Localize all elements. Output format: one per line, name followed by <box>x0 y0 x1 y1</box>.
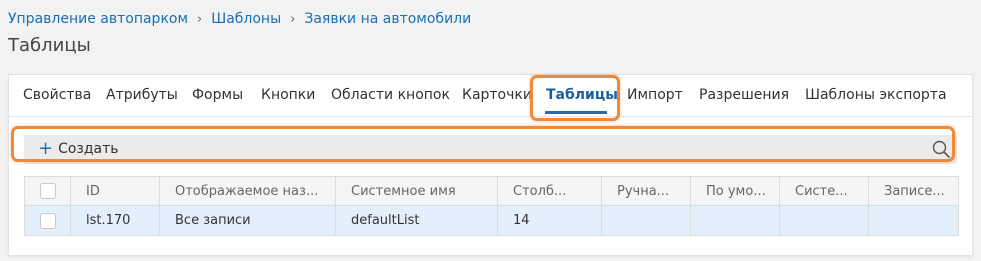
select-all-checkbox[interactable] <box>39 183 56 199</box>
tab-attributes[interactable]: Атрибуты <box>106 87 178 103</box>
cell-system-name: defaultList <box>336 206 498 235</box>
row-select-cell <box>25 206 71 235</box>
content-card: Свойства Атрибуты Формы Кнопки Области к… <box>8 74 973 256</box>
cell-system <box>780 206 869 235</box>
tab-buttons[interactable]: Кнопки <box>261 87 315 103</box>
breadcrumb-item-fleet-management[interactable]: Управление автопарком <box>8 11 188 27</box>
column-header-system[interactable]: Систе... <box>780 177 869 205</box>
table-row[interactable]: lst.170 Все записи defaultList 14 <box>25 206 958 235</box>
column-header-id[interactable]: ID <box>71 177 160 205</box>
column-header-system-name[interactable]: Системное имя <box>336 177 498 205</box>
cell-columns: 14 <box>498 206 602 235</box>
cell-display-name: Все записи <box>160 206 336 235</box>
tab-export-templates[interactable]: Шаблоны экспорта <box>805 87 947 103</box>
cell-id: lst.170 <box>71 206 160 235</box>
cell-records <box>869 206 958 235</box>
table-header-row: ID Отображаемое наз... Системное имя Сто… <box>25 177 958 206</box>
row-highlight <box>11 126 955 162</box>
tab-forms[interactable]: Формы <box>192 87 243 103</box>
tab-cards[interactable]: Карточки <box>462 87 532 103</box>
breadcrumb-separator: › <box>290 11 296 27</box>
breadcrumb: Управление автопарком › Шаблоны › Заявки… <box>8 11 471 27</box>
select-all-cell <box>25 177 71 205</box>
column-header-display-name[interactable]: Отображаемое наз... <box>160 177 336 205</box>
page-title: Таблицы <box>8 35 91 56</box>
column-header-records[interactable]: Записе... <box>869 177 958 205</box>
breadcrumb-separator: › <box>197 11 203 27</box>
cell-default <box>691 206 780 235</box>
tab-bar: Свойства Атрибуты Формы Кнопки Области к… <box>9 75 972 121</box>
row-checkbox[interactable] <box>39 212 56 229</box>
tab-import[interactable]: Импорт <box>627 87 683 103</box>
tab-properties[interactable]: Свойства <box>23 87 91 103</box>
column-header-columns[interactable]: Столб... <box>498 177 602 205</box>
tab-permissions[interactable]: Разрешения <box>699 87 789 103</box>
tab-button-areas[interactable]: Области кнопок <box>331 87 450 103</box>
column-header-default[interactable]: По умо... <box>691 177 780 205</box>
tables-grid: ID Отображаемое наз... Системное имя Сто… <box>24 176 959 236</box>
breadcrumb-item-templates[interactable]: Шаблоны <box>211 11 281 27</box>
active-tab-highlight <box>530 75 620 121</box>
breadcrumb-item-car-requests[interactable]: Заявки на автомобили <box>304 11 471 27</box>
column-header-manual[interactable]: Ручна... <box>602 177 691 205</box>
cell-manual <box>602 206 691 235</box>
